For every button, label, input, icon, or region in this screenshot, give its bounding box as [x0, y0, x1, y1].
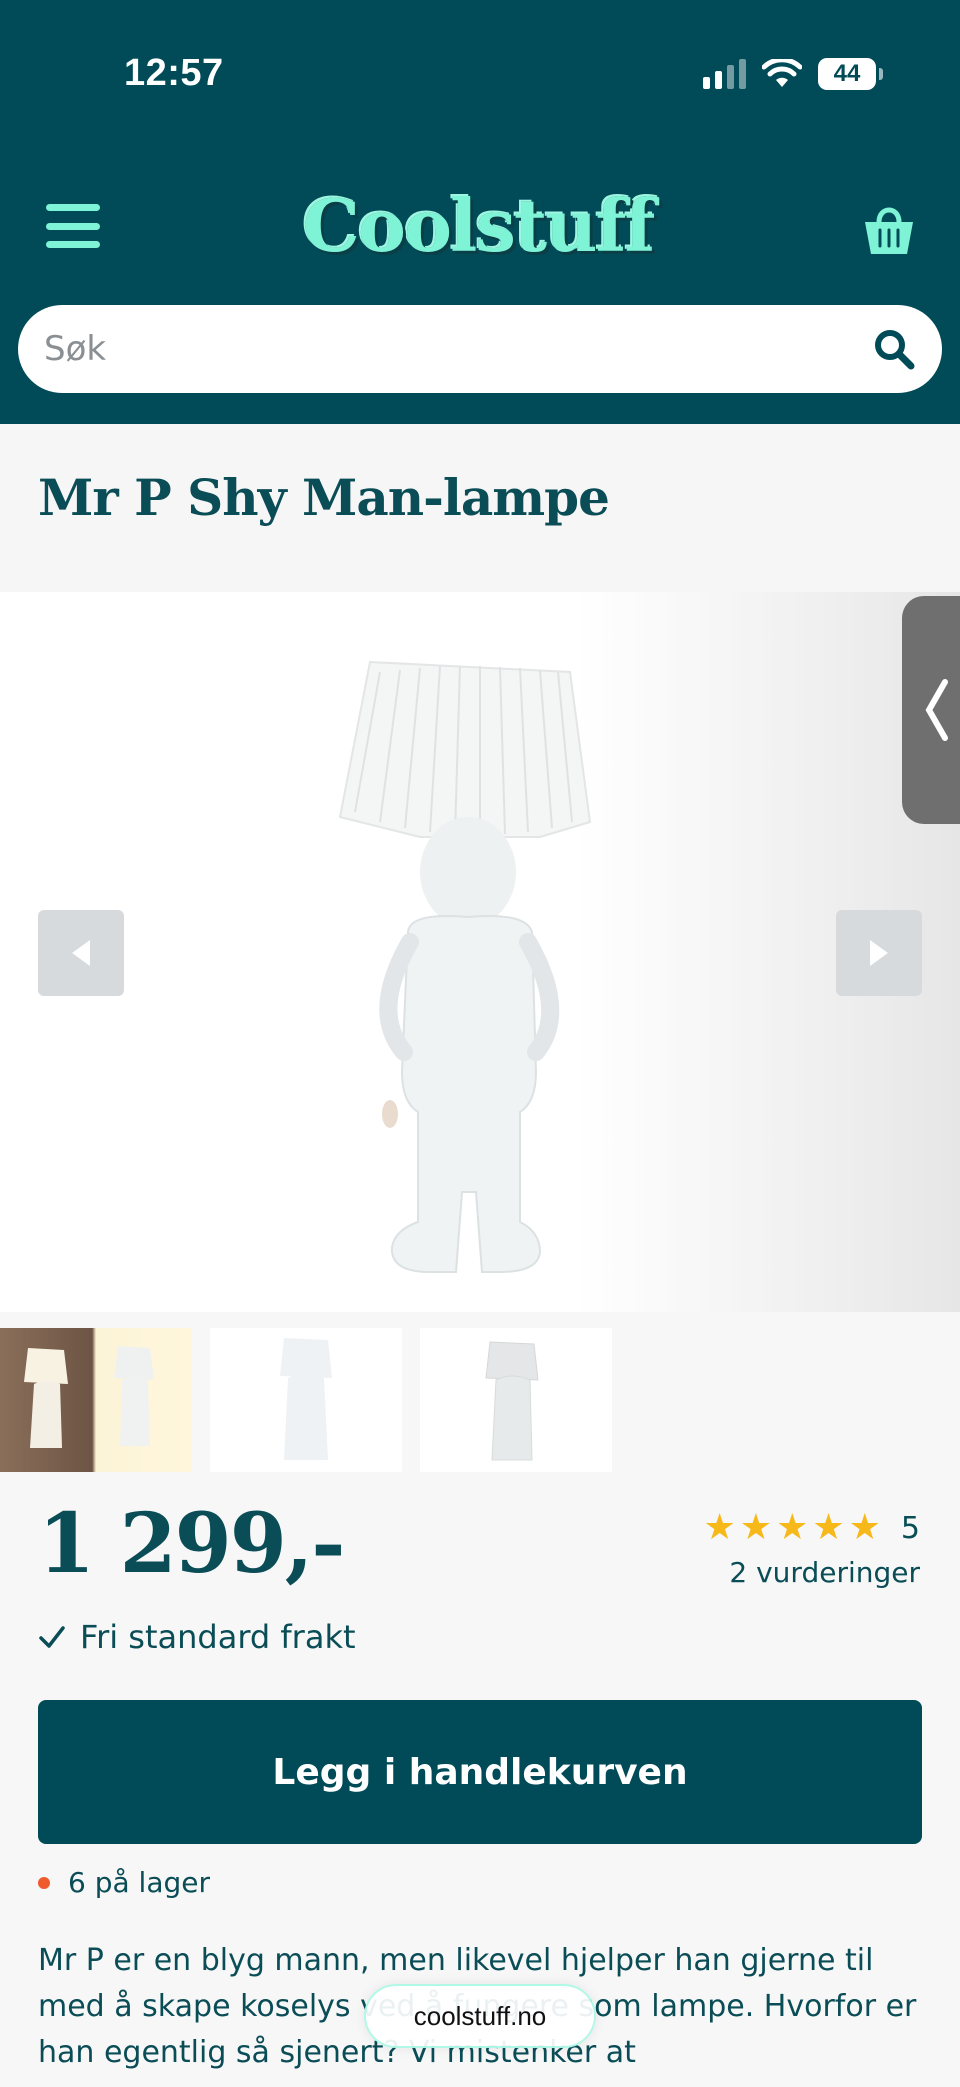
site-logo[interactable]: Coolstuff	[303, 180, 656, 270]
check-icon	[39, 1626, 65, 1648]
wifi-icon	[762, 59, 802, 87]
page-title: Mr P Shy Man-lampe	[38, 468, 610, 527]
gallery-prev-button[interactable]	[38, 910, 124, 996]
browser-url-pill[interactable]: coolstuff.no	[364, 1984, 596, 2048]
menu-icon-bar	[46, 241, 100, 248]
rating-value: 5	[900, 1510, 920, 1546]
thumbnail-image	[24, 1346, 154, 1448]
star-icon: ★	[703, 1507, 736, 1548]
triangle-right-icon	[870, 940, 888, 966]
gallery-next-button[interactable]	[836, 910, 922, 996]
chevron-left-icon	[925, 679, 948, 741]
thumbnail-1[interactable]	[0, 1328, 192, 1472]
shipping-text: Fri standard frakt	[80, 1618, 356, 1656]
star-icon: ★	[848, 1507, 881, 1548]
side-panel-tab[interactable]	[902, 596, 960, 824]
stock-text: 6 på lager	[68, 1866, 210, 1899]
rating-stars: ★ ★ ★ ★ ★	[704, 1510, 881, 1546]
triangle-left-icon	[72, 940, 90, 966]
thumbnail-3[interactable]	[420, 1328, 612, 1472]
product-price: 1 299,-	[38, 1496, 345, 1592]
battery-icon: 44	[818, 58, 883, 90]
search-icon[interactable]	[872, 327, 916, 371]
add-to-cart-button[interactable]: Legg i handlekurven	[38, 1700, 922, 1844]
thumbnail-image	[485, 1341, 539, 1461]
star-icon: ★	[776, 1507, 809, 1548]
star-icon: ★	[739, 1507, 773, 1548]
thumbnail-image	[280, 1338, 332, 1460]
status-icons: 44	[703, 58, 883, 90]
shipping-info: Fri standard frakt	[38, 1618, 356, 1656]
cellular-signal-icon	[703, 59, 746, 89]
thumbnail-strip	[0, 1328, 960, 1472]
menu-icon-bar	[46, 204, 100, 211]
menu-icon-bar	[46, 222, 100, 230]
rating-summary[interactable]: ★ ★ ★ ★ ★ 5	[704, 1510, 921, 1546]
product-image	[338, 660, 592, 1273]
search-input[interactable]	[44, 329, 872, 369]
thumbnail-2[interactable]	[210, 1328, 402, 1472]
status-time: 12:57	[124, 52, 224, 94]
menu-button[interactable]	[46, 204, 100, 248]
stock-status: 6 på lager	[38, 1866, 210, 1899]
product-gallery[interactable]	[0, 592, 960, 1312]
basket-icon[interactable]	[862, 200, 916, 258]
site-header: 12:57 44 Coolstuff	[0, 0, 960, 424]
stock-indicator-dot	[38, 1876, 50, 1889]
search-bar	[18, 305, 942, 393]
star-icon: ★	[812, 1507, 845, 1548]
rating-count-link[interactable]: 2 vurderinger	[729, 1556, 920, 1589]
